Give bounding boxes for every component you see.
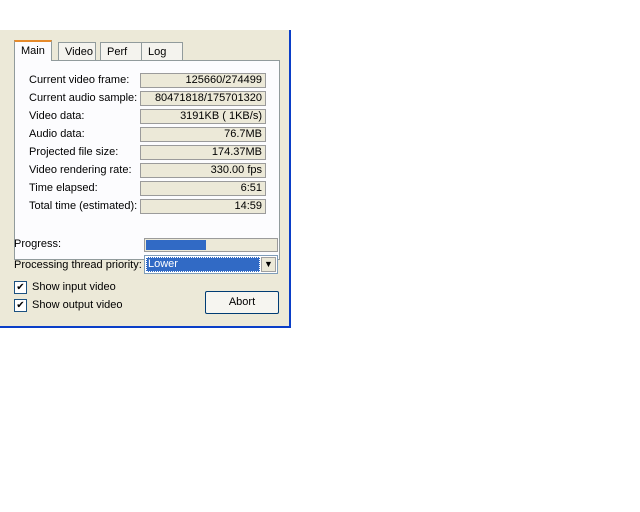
priority-label: Processing thread priority: bbox=[14, 259, 142, 271]
stat-label: Time elapsed: bbox=[29, 182, 98, 194]
stat-value: 174.37MB bbox=[140, 145, 266, 160]
tab-perf[interactable]: Perf bbox=[100, 42, 142, 60]
stat-label: Total time (estimated): bbox=[29, 200, 138, 212]
checkmark-icon[interactable]: ✔ bbox=[14, 299, 27, 312]
stat-label: Current audio sample: bbox=[29, 92, 138, 104]
show-input-label: Show input video bbox=[32, 281, 116, 293]
chevron-down-icon[interactable]: ▼ bbox=[261, 257, 276, 272]
abort-button[interactable]: Abort bbox=[205, 291, 279, 314]
tab-log-label: Log bbox=[148, 46, 167, 58]
tab-perf-label: Perf bbox=[107, 46, 128, 58]
stat-label: Video data: bbox=[29, 110, 85, 122]
tab-video[interactable]: Video bbox=[58, 42, 96, 60]
stat-value: 80471818/175701320 bbox=[140, 91, 266, 106]
stat-label: Audio data: bbox=[29, 128, 85, 140]
stat-label: Projected file size: bbox=[29, 146, 119, 158]
progress-fill bbox=[146, 240, 206, 250]
tab-log[interactable]: Log bbox=[141, 42, 183, 60]
stat-value: 3191KB ( 1KB/s) bbox=[140, 109, 266, 124]
abort-button-label: Abort bbox=[228, 296, 256, 308]
checkmark-icon[interactable]: ✔ bbox=[14, 281, 27, 294]
progress-label: Progress: bbox=[14, 238, 62, 250]
progress-bar bbox=[144, 238, 278, 252]
stat-value: 330.00 fps bbox=[140, 163, 266, 178]
stat-value: 14:59 bbox=[140, 199, 266, 214]
stat-label: Current video frame: bbox=[29, 74, 130, 86]
tab-main[interactable]: Main bbox=[14, 40, 52, 61]
tab-main-label: Main bbox=[21, 45, 45, 57]
priority-selected-value: Lower bbox=[146, 257, 260, 272]
show-output-label: Show output video bbox=[32, 299, 123, 311]
stat-value: 6:51 bbox=[140, 181, 266, 196]
stat-value: 125660/274499 bbox=[140, 73, 266, 88]
tab-video-label: Video bbox=[65, 46, 93, 58]
stat-value: 76.7MB bbox=[140, 127, 266, 142]
main-tab-panel: Current video frame: 125660/274499 Curre… bbox=[14, 60, 280, 260]
priority-select[interactable]: Lower ▼ bbox=[144, 255, 278, 274]
render-status-dialog: Main Video Perf Log Current video frame:… bbox=[0, 30, 291, 328]
stat-label: Video rendering rate: bbox=[29, 164, 132, 176]
